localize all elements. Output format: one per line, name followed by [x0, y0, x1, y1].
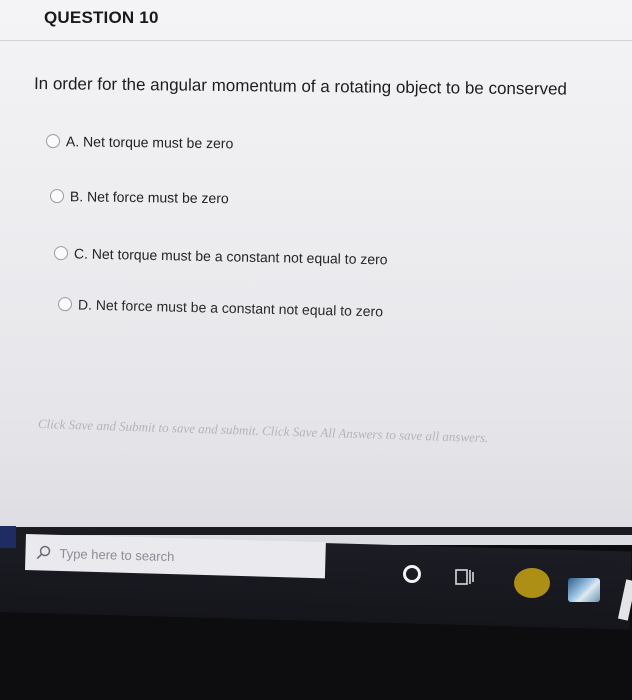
radio-button-a[interactable] [45, 134, 61, 149]
cortana-icon[interactable] [400, 562, 424, 586]
file-explorer-icon[interactable] [514, 568, 550, 598]
radio-button-d[interactable] [57, 297, 73, 312]
header-divider [0, 40, 632, 41]
store-icon[interactable] [568, 578, 600, 602]
answer-option-d-label[interactable]: D. Net force must be a constant not equa… [78, 296, 383, 319]
answer-option-a-label[interactable]: A. Net torque must be zero [66, 133, 233, 151]
question-prompt: In order for the angular momentum of a r… [33, 74, 568, 99]
question-number-heading: QUESTION 10 [44, 8, 159, 27]
answer-option-a[interactable]: A. Net torque must be zero [45, 133, 233, 151]
task-view-icon[interactable] [454, 566, 476, 588]
browser-content: QUESTION 10 In order for the angular mom… [0, 0, 632, 545]
answer-option-d[interactable]: D. Net force must be a constant not equa… [57, 296, 383, 319]
start-button[interactable] [0, 526, 16, 548]
search-placeholder[interactable]: Type here to search [59, 545, 174, 563]
submit-instructions: Click Save and Submit to save and submit… [37, 416, 489, 446]
search-icon [36, 545, 51, 560]
taskbar-top-edge [0, 527, 632, 535]
answer-option-b[interactable]: B. Net force must be zero [49, 188, 229, 206]
answer-option-c[interactable]: C. Net torque must be a constant not equ… [53, 245, 388, 267]
answer-option-b-label[interactable]: B. Net force must be zero [70, 188, 229, 206]
radio-button-c[interactable] [53, 246, 69, 261]
answer-option-c-label[interactable]: C. Net torque must be a constant not equ… [74, 245, 388, 267]
radio-button-b[interactable] [49, 189, 65, 204]
